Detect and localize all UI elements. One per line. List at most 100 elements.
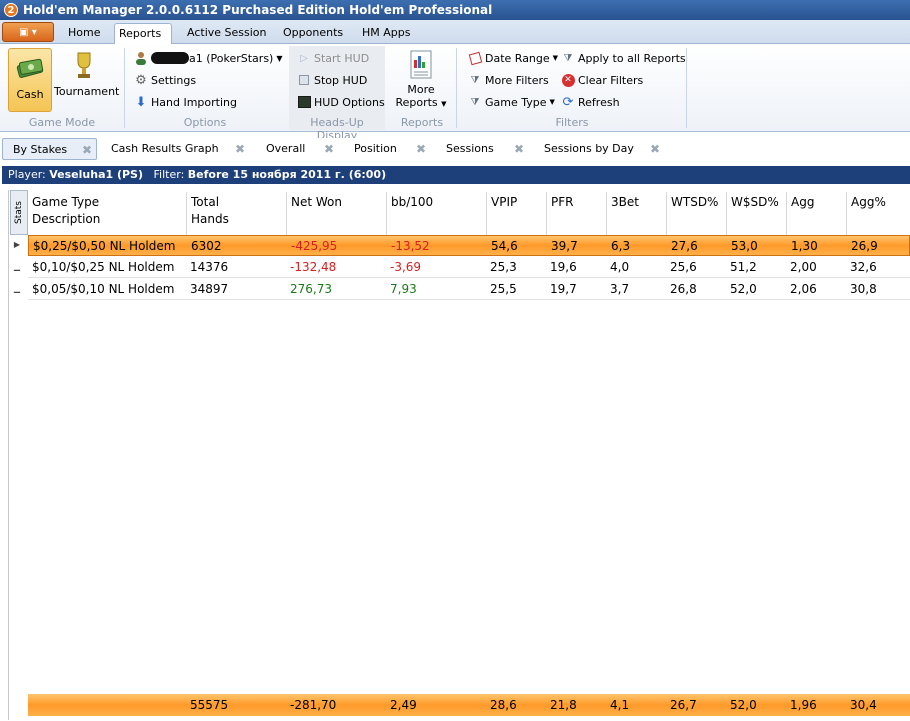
col-header-game-type[interactable]: Game Type Description (28, 192, 186, 237)
close-icon[interactable]: ✖ (650, 138, 660, 160)
cell-game-type: $0,10/$0,25 NL Holdem (32, 260, 175, 274)
cell-agg: 1,30 (791, 239, 818, 253)
title-bar: 2 Hold'em Manager 2.0.0.6112 Purchased E… (0, 0, 910, 20)
player-avatar-icon (134, 51, 148, 65)
close-icon[interactable]: ✖ (324, 138, 334, 160)
close-icon: ✕ (561, 73, 575, 87)
tab-overall[interactable]: Overall ✖ (256, 138, 338, 160)
report-icon (410, 50, 432, 79)
col-header-net-won[interactable]: Net Won (286, 192, 386, 237)
filter-value: Before 15 ноября 2011 г. (6:00) (187, 168, 387, 181)
cell-3bet: 3,7 (610, 282, 630, 296)
cell-game-type: $0,25/$0,50 NL Holdem (33, 239, 176, 253)
date-range-button[interactable]: Date Range ▼ (468, 48, 558, 68)
close-icon[interactable]: ✖ (82, 139, 92, 161)
cash-label: Cash (16, 88, 44, 101)
col-header-wtsd[interactable]: WTSD% (666, 192, 726, 237)
cell-vpip: 54,6 (491, 239, 518, 253)
stop-hud-button[interactable]: Stop HUD (297, 70, 367, 90)
chevron-down-icon: ▼ (549, 98, 555, 106)
report-tabs: By Stakes ✖ Cash Results Graph ✖ Overall… (0, 138, 910, 162)
cell-agg-pct: 26,9 (851, 239, 878, 253)
tab-home[interactable]: Home (64, 23, 104, 44)
close-icon[interactable]: ✖ (416, 138, 426, 160)
group-label-game-mode: Game Mode (28, 116, 96, 129)
clear-filters-label: Clear Filters (578, 73, 644, 87)
app-menu-button[interactable]: ▣ ▾ (2, 22, 54, 42)
cell-game-type: $0,05/$0,10 NL Holdem (32, 282, 175, 296)
col-header-total-hands[interactable]: Total Hands (186, 192, 286, 237)
col-header-wsd[interactable]: W$SD% (726, 192, 786, 237)
totals-row: 55575 -281,70 2,49 28,6 21,8 4,1 26,7 52… (28, 694, 910, 716)
stop-hud-label: Stop HUD (314, 73, 368, 87)
tab-opponents[interactable]: Opponents (279, 23, 347, 44)
tab-cash-results-graph[interactable]: Cash Results Graph ✖ (101, 138, 246, 160)
col-header-bb100[interactable]: bb/100 (386, 192, 486, 237)
cell-bb100: -13,52 (391, 239, 430, 253)
chevron-down-icon: ▼ (276, 53, 283, 63)
col-header-3bet[interactable]: 3Bet (606, 192, 666, 237)
apply-all-reports-button[interactable]: ⧩ Apply to all Reports (561, 48, 686, 68)
apply-all-reports-label: Apply to all Reports (578, 51, 686, 65)
clear-filters-button[interactable]: ✕ Clear Filters (561, 70, 643, 90)
tab-by-stakes[interactable]: By Stakes ✖ (2, 138, 97, 160)
total-agg: 1,96 (790, 698, 817, 712)
row-selector[interactable]: ▁ (10, 278, 24, 299)
ribbon-tabs: ▣ ▾ Home Reports Active Session Opponent… (0, 20, 910, 44)
tab-hm-apps[interactable]: HM Apps (358, 23, 414, 44)
app-logo-icon: 2 (4, 3, 18, 17)
play-icon: ▷ (300, 52, 308, 64)
more-reports-button[interactable]: More Reports ▼ (393, 48, 449, 112)
tab-reports[interactable]: Reports (114, 23, 172, 44)
cell-pfr: 19,6 (550, 260, 577, 274)
game-type-button[interactable]: ⧩ Game Type ▼ (468, 92, 555, 112)
col-header-agg[interactable]: Agg (786, 192, 846, 237)
more-reports-label-1: More (407, 83, 435, 96)
cell-3bet: 6,3 (611, 239, 631, 253)
cell-wtsd: 25,6 (670, 260, 697, 274)
window-title: Hold'em Manager 2.0.0.6112 Purchased Edi… (23, 3, 493, 17)
trophy-icon (77, 52, 91, 78)
table-row[interactable]: $0,05/$0,10 NL Holdem 34897 276,73 7,93 … (28, 279, 910, 300)
cell-agg: 2,00 (790, 260, 817, 274)
cell-pfr: 19,7 (550, 282, 577, 296)
cash-button[interactable]: Cash (8, 48, 52, 112)
cell-pfr: 39,7 (551, 239, 578, 253)
cell-total-hands: 34897 (190, 282, 229, 296)
hud-options-button[interactable]: HUD Options (297, 92, 385, 112)
cell-agg-pct: 32,6 (850, 260, 877, 274)
row-selector-arrow-icon[interactable]: ▶ (10, 234, 24, 255)
tab-sessions-by-day[interactable]: Sessions by Day ✖ (534, 138, 664, 160)
hand-importing-label: Hand Importing (151, 95, 237, 109)
stats-side-tab[interactable]: Stats (10, 190, 28, 235)
game-type-label: Game Type (485, 95, 547, 109)
col-header-vpip[interactable]: VPIP (486, 192, 546, 237)
row-selector[interactable]: ▁ (10, 256, 24, 277)
player-selector[interactable]: a1 (PokerStars) ▼ (134, 48, 283, 68)
table-row[interactable]: $0,25/$0,50 NL Holdem 6302 -425,95 -13,5… (28, 235, 910, 256)
tab-active-session[interactable]: Active Session (183, 23, 271, 44)
tab-position[interactable]: Position ✖ (344, 138, 430, 160)
more-reports-label-2: Reports ▼ (395, 96, 447, 109)
group-label-options: Options (183, 116, 227, 129)
tab-sessions[interactable]: Sessions ✖ (436, 138, 528, 160)
close-icon[interactable]: ✖ (235, 138, 245, 160)
refresh-button[interactable]: ⟳ Refresh (561, 92, 620, 112)
cell-vpip: 25,5 (490, 282, 517, 296)
cell-net-won: -132,48 (290, 260, 337, 274)
cell-wtsd: 26,8 (670, 282, 697, 296)
tournament-button[interactable]: Tournament (54, 48, 119, 112)
tab-cash-results-graph-label: Cash Results Graph (111, 142, 219, 155)
start-hud-button[interactable]: ▷ Start HUD (297, 48, 369, 68)
close-icon[interactable]: ✖ (514, 138, 524, 160)
cell-bb100: 7,93 (390, 282, 417, 296)
hand-importing-button[interactable]: ⬇ Hand Importing (134, 92, 237, 112)
settings-button[interactable]: ⚙ Settings (134, 70, 196, 90)
more-filters-button[interactable]: ⧩ More Filters (468, 70, 549, 90)
apply-filter-icon: ⧩ (563, 52, 573, 64)
filter-label: Filter: (153, 168, 185, 181)
col-header-pfr[interactable]: PFR (546, 192, 606, 237)
col-header-agg-pct[interactable]: Agg% (846, 192, 910, 237)
total-net-won: -281,70 (290, 698, 337, 712)
table-row[interactable]: $0,10/$0,25 NL Holdem 14376 -132,48 -3,6… (28, 257, 910, 278)
